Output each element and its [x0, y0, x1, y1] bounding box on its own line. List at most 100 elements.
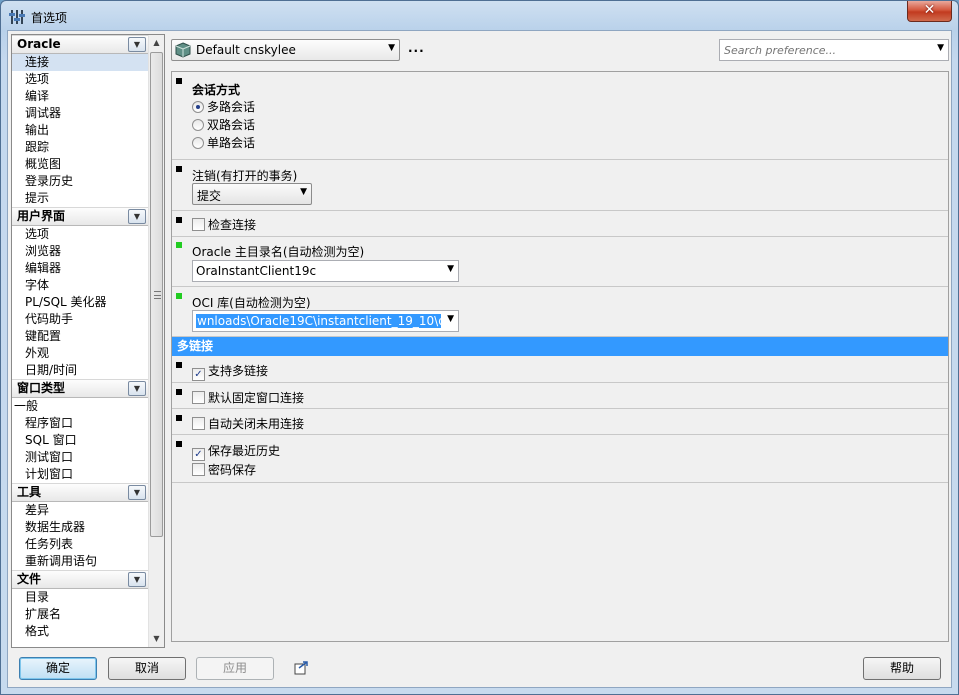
nav-group-header[interactable]: 工具 ▼ [12, 483, 148, 502]
save-history-checkbox[interactable]: ✓ 保存最近历史 [192, 443, 280, 461]
profile-more-button[interactable]: ... [408, 41, 425, 55]
nav-item[interactable]: 扩展名 [12, 606, 148, 623]
collapse-group-icon[interactable]: ▼ [128, 485, 146, 500]
scroll-down-icon[interactable]: ▼ [149, 631, 164, 647]
pin-preferences-icon[interactable] [293, 660, 309, 676]
chevron-down-icon[interactable]: ▼ [937, 43, 944, 53]
nav-item[interactable]: 目录 [12, 589, 148, 606]
auto-close-unused-checkbox[interactable]: 自动关闭未用连接 [192, 416, 304, 432]
nav-group-header[interactable]: 用户界面 ▼ [12, 207, 148, 226]
title-bar: 首选项 ✕ [1, 1, 958, 31]
search-preference-field[interactable]: ▼ [719, 39, 949, 61]
nav-item[interactable]: 数据生成器 [12, 519, 148, 536]
cancel-button[interactable]: 取消 [108, 657, 186, 680]
oci-library-label: OCI 库(自动检测为空) [192, 296, 311, 310]
nav-item[interactable]: 日期/时间 [12, 362, 148, 379]
nav-item[interactable]: 字体 [12, 277, 148, 294]
logoff-row: 注销(有打开的事务) 提交 ▼ [172, 161, 948, 211]
nav-item[interactable]: 选项 [12, 71, 148, 88]
nav-group-label: 工具 [17, 485, 42, 499]
nav-item[interactable]: 测试窗口 [12, 449, 148, 466]
nav-item[interactable]: 调试器 [12, 105, 148, 122]
category-scrollbar[interactable]: ▲ ▼ [148, 35, 164, 647]
profile-selector[interactable]: Default cnskylee ▼ [171, 39, 400, 61]
profile-icon [175, 42, 191, 58]
collapse-group-icon[interactable]: ▼ [128, 381, 146, 396]
scroll-up-icon[interactable]: ▲ [149, 35, 164, 51]
nav-item[interactable]: 编译 [12, 88, 148, 105]
nav-group-header[interactable]: Oracle ▼ [12, 35, 148, 54]
nav-item[interactable]: 差异 [12, 502, 148, 519]
nav-item[interactable]: 连接 [12, 54, 148, 71]
radio-dual-session[interactable]: 双路会话 [192, 117, 255, 133]
changed-marker [176, 242, 182, 248]
auto-close-row: 自动关闭未用连接 [172, 410, 948, 435]
collapse-group-icon[interactable]: ▼ [128, 37, 146, 52]
default-marker [176, 166, 182, 172]
nav-group-header[interactable]: 文件 ▼ [12, 570, 148, 589]
nav-item[interactable]: 登录历史 [12, 173, 148, 190]
close-button[interactable]: ✕ [907, 1, 952, 22]
nav-item[interactable]: 选项 [12, 226, 148, 243]
collapse-group-icon[interactable]: ▼ [128, 209, 146, 224]
nav-item[interactable]: 程序窗口 [12, 415, 148, 432]
category-tree: Oracle ▼ 连接 选项 编译 调试器 输出 跟踪 概览图 登录历史 提示 用户界面 ▼ 选项 浏览器编… [11, 34, 165, 648]
nav-item[interactable]: 重新调用语句 [12, 553, 148, 570]
nav-item[interactable]: 任务列表 [12, 536, 148, 553]
oracle-home-combo[interactable]: OraInstantClient19c ▼ [192, 260, 459, 282]
nav-item[interactable]: 浏览器 [12, 243, 148, 260]
preferences-icon [9, 10, 25, 24]
nav-item[interactable]: 格式 [12, 623, 148, 640]
chevron-down-icon[interactable]: ▼ [447, 264, 454, 274]
nav-item[interactable]: 编辑器 [12, 260, 148, 277]
nav-item[interactable]: 跟踪 [12, 139, 148, 156]
scroll-thumb[interactable] [150, 52, 163, 537]
radio-multi-session[interactable]: 多路会话 [192, 99, 255, 115]
nav-group-label: 窗口类型 [17, 381, 66, 395]
logoff-select[interactable]: 提交 ▼ [192, 183, 312, 205]
default-marker [176, 389, 182, 395]
nav-item[interactable]: PL/SQL 美化器 [12, 294, 148, 311]
nav-item[interactable]: 一般 [12, 398, 148, 415]
default-marker [176, 362, 182, 368]
save-password-checkbox[interactable]: 密码保存 [192, 462, 256, 478]
logoff-label: 注销(有打开的事务) [192, 169, 298, 183]
support-multi-connection-checkbox[interactable]: ✓ 支持多链接 [192, 363, 268, 381]
default-fixed-window-checkbox[interactable]: 默认固定窗口连接 [192, 390, 304, 406]
nav-item[interactable]: 输出 [12, 122, 148, 139]
chevron-down-icon: ▼ [300, 187, 307, 197]
ok-button[interactable]: 确定 [19, 657, 97, 680]
profile-name: Default cnskylee [196, 43, 296, 57]
nav-item[interactable]: 计划窗口 [12, 466, 148, 483]
nav-group-label: Oracle [17, 37, 61, 51]
default-marker [176, 441, 182, 447]
oci-library-row: OCI 库(自动检测为空) wnloads\Oracle19C\instantc… [172, 288, 948, 337]
search-input[interactable] [722, 42, 930, 58]
radio-single-session[interactable]: 单路会话 [192, 135, 255, 151]
oci-library-combo[interactable]: wnloads\Oracle19C\instantclient_19_10\oc… [192, 310, 459, 332]
nav-item[interactable]: 概览图 [12, 156, 148, 173]
nav-item[interactable]: 外观 [12, 345, 148, 362]
chevron-down-icon: ▼ [388, 43, 395, 53]
history-row: ✓ 保存最近历史 密码保存 [172, 436, 948, 483]
oracle-home-row: Oracle 主目录名(自动检测为空) OraInstantClient19c … [172, 238, 948, 287]
nav-item[interactable]: 键配置 [12, 328, 148, 345]
changed-marker [176, 293, 182, 299]
category-list: Oracle ▼ 连接 选项 编译 调试器 输出 跟踪 概览图 登录历史 提示 用户界面 ▼ 选项 浏览器编… [12, 35, 148, 640]
collapse-group-icon[interactable]: ▼ [128, 572, 146, 587]
close-icon: ✕ [923, 2, 936, 18]
nav-group-label: 用户界面 [17, 209, 66, 223]
default-marker [176, 415, 182, 421]
default-fixed-row: 默认固定窗口连接 [172, 384, 948, 409]
session-mode-row: 会话方式 多路会话 双路会话 单路会话 [172, 72, 948, 160]
nav-item[interactable]: 代码助手 [12, 311, 148, 328]
check-connection-checkbox[interactable]: 检查连接 [192, 217, 256, 233]
chevron-down-icon[interactable]: ▼ [447, 314, 454, 324]
help-button[interactable]: 帮助 [863, 657, 941, 680]
preferences-window: 首选项 ✕ Oracle ▼ 连接 选项 编译 调试器 输出 跟踪 概览图 登录历史 提示 用户界面 ▼… [0, 0, 959, 695]
nav-item[interactable]: 提示 [12, 190, 148, 207]
oracle-home-label: Oracle 主目录名(自动检测为空) [192, 245, 365, 259]
nav-group-header[interactable]: 窗口类型 ▼ [12, 379, 148, 398]
apply-button[interactable]: 应用 [196, 657, 274, 680]
nav-item[interactable]: SQL 窗口 [12, 432, 148, 449]
